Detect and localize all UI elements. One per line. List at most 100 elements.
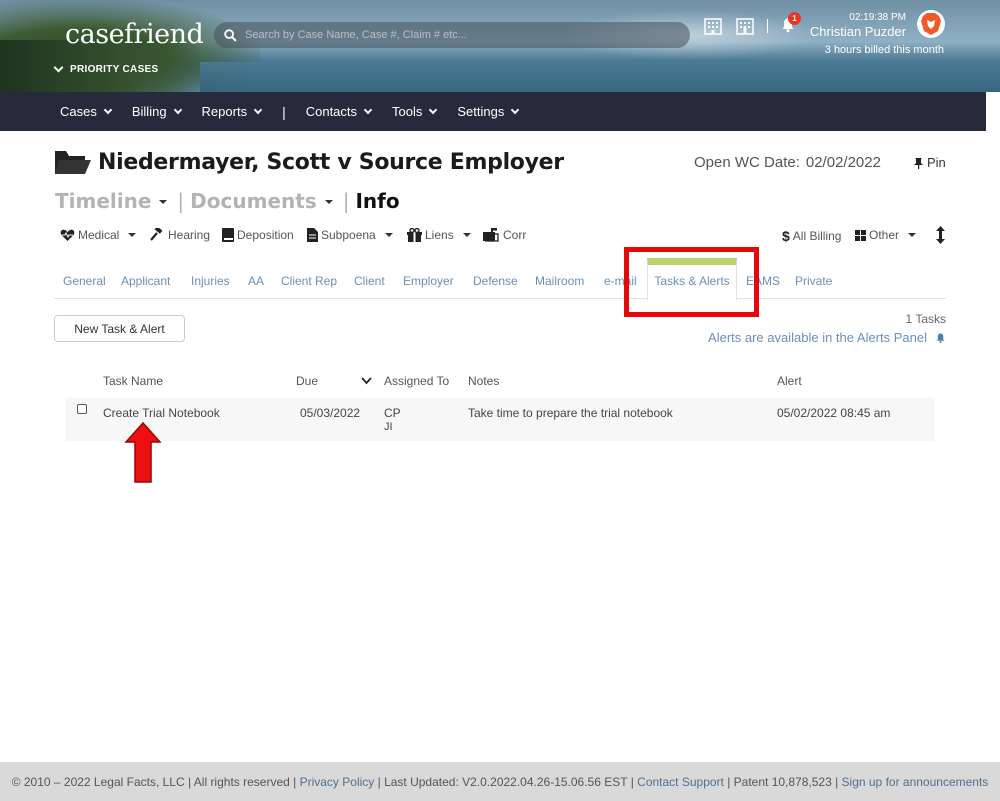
view-separator: | [342, 189, 350, 213]
alerts-note-text: Alerts are available in the Alerts Panel [708, 330, 927, 345]
chevron-down-icon [103, 105, 113, 114]
hearing-button[interactable]: Hearing [150, 228, 210, 242]
grid-icon [855, 229, 866, 241]
tab-general[interactable]: General [63, 274, 106, 288]
medical-dropdown[interactable]: Medical [60, 228, 137, 242]
gift-icon [407, 228, 422, 242]
tab-client-rep[interactable]: Client Rep [281, 274, 337, 288]
task-alert-cell: 05/02/2022 08:45 am [777, 406, 891, 420]
case-header: Niedermayer, Scott v Source Employer [54, 148, 564, 176]
tab-aa[interactable]: AA [248, 274, 264, 288]
search-input[interactable] [245, 29, 675, 41]
col-alert[interactable]: Alert [777, 374, 802, 388]
tab-employer[interactable]: Employer [403, 274, 454, 288]
pin-label: Pin [927, 155, 946, 170]
documents-dropdown[interactable]: Documents [190, 189, 343, 213]
open-wc-value: 02/02/2022 [805, 154, 881, 171]
col-task-name[interactable]: Task Name [103, 374, 163, 388]
documents-label: Documents [190, 189, 317, 213]
highlight-box [624, 247, 759, 317]
footer-updated: | Last Updated: V2.0.2022.04.26-15.06.56… [374, 774, 638, 789]
action-toolbar: Medical Hearing Deposition Subpoena Lien… [60, 226, 950, 246]
new-task-alert-button[interactable]: New Task & Alert [54, 315, 185, 342]
chevron-down-icon [363, 105, 373, 114]
nav-settings[interactable]: Settings [457, 104, 520, 119]
nav-contacts[interactable]: Contacts [305, 104, 373, 119]
office-building-icon[interactable] [703, 16, 723, 36]
deposition-button[interactable]: Deposition [222, 228, 294, 242]
banner-sea [200, 62, 1000, 92]
nav-settings-label: Settings [457, 104, 505, 119]
nav-contacts-label: Contacts [305, 104, 358, 119]
all-billing-label: All Billing [792, 229, 842, 243]
contact-support-link[interactable]: Contact Support [637, 775, 724, 789]
tab-applicant[interactable]: Applicant [121, 274, 170, 288]
priority-cases-toggle[interactable]: PRIORITY CASES [53, 62, 159, 75]
col-due[interactable]: Due [296, 374, 318, 388]
info-view[interactable]: Info [355, 189, 399, 213]
heartbeat-icon [60, 229, 75, 241]
pin-button[interactable]: Pin [913, 155, 946, 170]
deposition-label: Deposition [237, 228, 294, 242]
view-separator: | [177, 189, 185, 213]
row-checkbox[interactable] [77, 404, 87, 414]
tab-private[interactable]: Private [795, 274, 832, 288]
subpoena-dropdown[interactable]: Subpoena [307, 228, 393, 242]
caret-down-icon [462, 233, 471, 237]
all-billing-button[interactable]: $ All Billing [782, 228, 841, 244]
alerts-panel-note[interactable]: Alerts are available in the Alerts Panel [708, 330, 946, 345]
liens-dropdown[interactable]: Liens [407, 228, 471, 242]
medical-label: Medical [78, 228, 120, 242]
hearing-label: Hearing [168, 228, 211, 242]
notification-badge: 1 [788, 12, 801, 25]
red-arrow-annotation [124, 422, 162, 483]
mailbox-icon [483, 228, 499, 242]
subpoena-label: Subpoena [321, 228, 376, 242]
brave-lion-icon[interactable] [917, 10, 945, 38]
task-name-cell[interactable]: Create Trial Notebook [103, 406, 220, 420]
chevron-down-icon[interactable] [361, 377, 372, 385]
tab-client[interactable]: Client [354, 274, 385, 288]
firm-building-icon[interactable] [735, 16, 755, 36]
expand-vertical-button[interactable] [936, 226, 945, 244]
chevron-down-icon [511, 105, 520, 114]
nav-reports[interactable]: Reports [201, 104, 263, 119]
chevron-down-icon [253, 105, 263, 114]
task-assigned-cell-2: JI [384, 421, 393, 433]
tab-defense[interactable]: Defense [473, 274, 518, 288]
signup-announcements-link[interactable]: Sign up for announcements [842, 775, 989, 789]
tab-injuries[interactable]: Injuries [191, 274, 230, 288]
view-switcher: Timeline | Documents | Info [55, 189, 400, 213]
info-tabs: General Applicant Injuries AA Client Rep… [54, 258, 946, 300]
user-name[interactable]: Christian Puzder [810, 24, 906, 39]
nav-tools[interactable]: Tools [392, 104, 438, 119]
nav-cases[interactable]: Cases [60, 104, 113, 119]
header-divider [767, 19, 768, 33]
chevron-down-icon [173, 105, 182, 114]
nav-billing[interactable]: Billing [132, 104, 182, 119]
page-footer: © 2010 – 2022 Legal Facts, LLC | All rig… [0, 762, 1000, 801]
task-count: 1 Tasks [905, 312, 946, 326]
book-icon [222, 228, 234, 242]
nav-separator: | [282, 103, 286, 120]
task-due-cell: 05/03/2022 [300, 406, 361, 420]
liens-label: Liens [425, 228, 454, 242]
user-info: 02:19:38 PM Christian Puzder [810, 12, 906, 39]
nav-reports-label: Reports [201, 104, 248, 119]
task-notes-cell: Take time to prepare the trial notebook [468, 406, 673, 420]
notifications-button[interactable]: 1 [780, 12, 801, 35]
col-notes[interactable]: Notes [468, 374, 499, 388]
caret-down-icon [384, 233, 393, 237]
col-assigned-to[interactable]: Assigned To [384, 374, 449, 388]
timeline-dropdown[interactable]: Timeline [55, 189, 177, 213]
corr-button[interactable]: Corr [483, 228, 526, 242]
nav-tools-label: Tools [392, 104, 423, 119]
app-logo[interactable]: casefriend [65, 19, 204, 50]
search-icon [224, 28, 237, 42]
search-bar[interactable] [214, 22, 690, 48]
privacy-policy-link[interactable]: Privacy Policy [300, 775, 375, 789]
other-dropdown[interactable]: Other [855, 228, 917, 242]
footer-patent: | Patent 10,878,523 | [723, 774, 842, 789]
priority-cases-label: PRIORITY CASES [70, 64, 159, 75]
tab-mailroom[interactable]: Mailroom [535, 274, 584, 288]
